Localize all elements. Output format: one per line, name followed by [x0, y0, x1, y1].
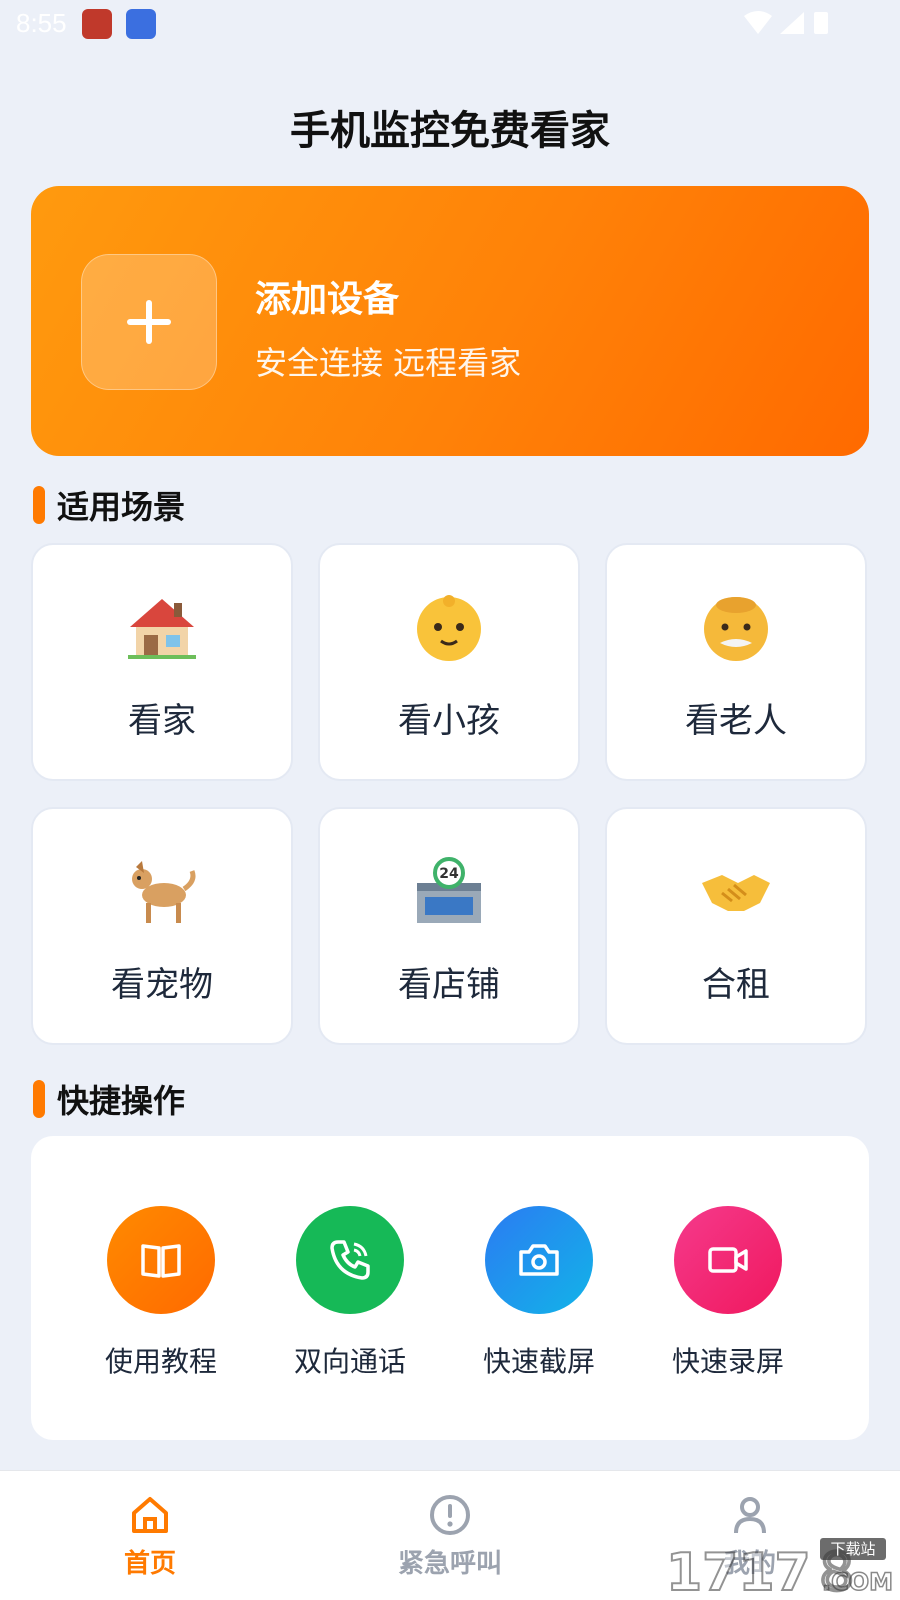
add-device-title: 添加设备: [255, 279, 400, 320]
quick-record-button[interactable]: 快速录屏: [653, 1206, 803, 1380]
add-device-button[interactable]: [81, 254, 217, 390]
notification-app-icon: [82, 9, 112, 39]
quick-actions-card: 使用教程 双向通话 快速截屏 快速录屏: [31, 1136, 869, 1440]
quick-screenshot-button[interactable]: 快速截屏: [464, 1206, 614, 1380]
section-title: 快捷操作: [57, 1082, 186, 1120]
section-accent-bar: [33, 1080, 45, 1118]
wifi-icon: [744, 11, 772, 34]
svg-text:24: 24: [439, 866, 459, 882]
video-icon: [708, 1247, 748, 1273]
svg-text:下载站: 下载站: [830, 1540, 875, 1558]
scene-label: 合租: [702, 965, 770, 1005]
scene-card-pet[interactable]: 看宠物: [31, 807, 293, 1045]
old-man-face-icon: [704, 597, 768, 661]
page-title: 手机监控免费看家: [290, 108, 610, 154]
scene-label: 看小孩: [398, 701, 500, 741]
two-way-call-button[interactable]: 双向通话: [275, 1206, 425, 1380]
call-icon-circle[interactable]: [296, 1206, 404, 1314]
scene-label: 看老人: [685, 701, 787, 741]
status-time: 8:55: [16, 8, 67, 38]
scene-card-home[interactable]: 看家: [31, 543, 293, 781]
tutorial-icon-circle[interactable]: [107, 1206, 215, 1314]
quick-label: 快速录屏: [671, 1345, 784, 1378]
home-icon: [132, 1497, 168, 1533]
section-title: 适用场景: [57, 488, 186, 526]
scene-label: 看店铺: [398, 965, 500, 1005]
svg-text:.COM: .COM: [822, 1568, 892, 1596]
signal-icon: [780, 12, 804, 34]
screenshot-icon-circle[interactable]: [485, 1206, 593, 1314]
user-icon: [734, 1497, 766, 1534]
plus-icon: [127, 300, 171, 344]
phone-call-icon: [330, 1240, 370, 1280]
tab-home[interactable]: 首页: [60, 1493, 240, 1580]
scene-grid: 看家 看小孩 看老人 看宠物 24 看店铺 合租: [31, 543, 869, 1045]
bottom-tab-bar: 首页 紧急呼叫 我的 1717８ 下载站 .COM: [0, 1470, 900, 1600]
tab-label: 首页: [123, 1549, 176, 1579]
quick-label: 快速截屏: [482, 1345, 595, 1378]
scene-label: 看宠物: [111, 965, 213, 1005]
add-device-card[interactable]: 添加设备 安全连接 远程看家: [31, 186, 869, 456]
quick-label: 使用教程: [104, 1345, 217, 1378]
status-bar: 8:55: [0, 0, 900, 50]
add-device-subtitle: 安全连接 远程看家: [255, 344, 522, 382]
notification-app-icon: [126, 9, 156, 39]
handshake-icon: [702, 875, 770, 911]
tab-emergency-call[interactable]: 紧急呼叫: [360, 1493, 540, 1580]
scene-card-elder[interactable]: 看老人: [605, 543, 867, 781]
house-icon: [128, 599, 196, 659]
battery-icon: [814, 12, 828, 34]
store-24h-icon: 24: [417, 857, 481, 923]
dog-icon: [132, 861, 196, 923]
record-icon-circle[interactable]: [674, 1206, 782, 1314]
tab-label: 紧急呼叫: [397, 1549, 502, 1579]
scene-card-child[interactable]: 看小孩: [318, 543, 580, 781]
camera-icon: [519, 1244, 559, 1276]
section-accent-bar: [33, 486, 45, 524]
scene-label: 看家: [128, 701, 196, 741]
book-icon: [141, 1244, 181, 1278]
quick-section-header: 快捷操作: [33, 1076, 185, 1122]
baby-face-icon: [417, 595, 481, 661]
status-icons: [744, 11, 828, 34]
site-watermark-logo: 1717８ 下载站 .COM: [665, 1538, 892, 1596]
scene-card-store[interactable]: 24 看店铺: [318, 807, 580, 1045]
alert-icon: [430, 1495, 470, 1535]
tutorial-button[interactable]: 使用教程: [86, 1206, 236, 1380]
quick-label: 双向通话: [293, 1345, 406, 1378]
scene-card-shared-rent[interactable]: 合租: [605, 807, 867, 1045]
scenes-section-header: 适用场景: [33, 482, 185, 528]
